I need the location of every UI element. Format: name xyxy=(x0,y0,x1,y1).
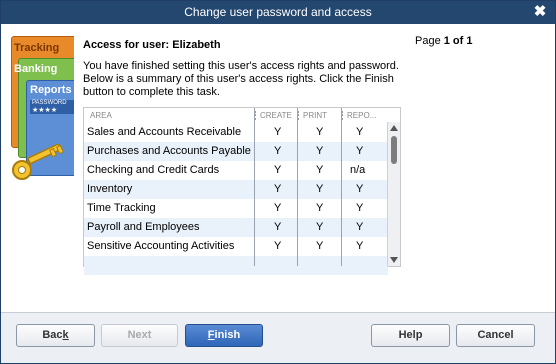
column-header-print[interactable]: PRINT xyxy=(303,111,327,120)
column-gridline xyxy=(254,108,255,266)
next-button[interactable]: Next xyxy=(101,324,178,347)
cell-print: Y xyxy=(316,126,324,138)
table-row[interactable]: Purchases and Accounts Payable Y Y Y xyxy=(84,142,388,161)
table-row[interactable]: Checking and Credit Cards Y Y n/a xyxy=(84,161,388,180)
cell-area: Inventory xyxy=(87,183,133,195)
page-prefix: Page xyxy=(415,35,444,47)
close-icon[interactable]: ✖ xyxy=(533,1,547,24)
table-body: Sales and Accounts Receivable Y Y Y Purc… xyxy=(84,123,388,275)
column-gridline xyxy=(297,108,298,266)
back-label-pre: Bac xyxy=(42,329,63,341)
help-label: Help xyxy=(398,329,423,341)
cancel-button[interactable]: Cancel xyxy=(456,324,535,347)
next-label: Next xyxy=(127,329,152,341)
cell-create: Y xyxy=(274,183,282,195)
access-illustration: Tracking Banking Reports PASSWORD ★★★★ xyxy=(8,34,74,184)
table-row[interactable] xyxy=(84,256,388,275)
cell-reports: Y xyxy=(356,202,364,214)
window-title: Change user password and access xyxy=(184,5,372,19)
illustration-label-tracking: Tracking xyxy=(14,42,60,54)
cell-create: Y xyxy=(274,240,282,252)
help-button[interactable]: Help xyxy=(371,324,450,347)
cell-create: Y xyxy=(274,221,282,233)
cell-create: Y xyxy=(274,126,282,138)
scroll-down-icon[interactable] xyxy=(390,257,398,263)
cell-reports: Y xyxy=(356,183,364,195)
button-bar: Back Next Finish Help Cancel xyxy=(1,313,555,363)
table-row[interactable]: Payroll and Employees Y Y Y xyxy=(84,218,388,237)
access-for-user-label: Access for user: Elizabeth xyxy=(83,39,221,51)
password-mask: ★★★★ xyxy=(32,107,58,114)
cell-print: Y xyxy=(316,145,324,157)
table-row[interactable]: Inventory Y Y Y xyxy=(84,180,388,199)
cell-print: Y xyxy=(316,221,324,233)
scroll-thumb[interactable] xyxy=(391,136,397,164)
table-header: AREA CREATE PRINT REPO... xyxy=(84,108,388,123)
cell-create: Y xyxy=(274,145,282,157)
key-icon xyxy=(12,144,64,180)
page-indicator: Page 1 of 1 xyxy=(415,35,472,47)
cell-print: Y xyxy=(316,183,324,195)
cell-reports: n/a xyxy=(350,164,366,176)
cell-reports: Y xyxy=(356,145,364,157)
cell-create: Y xyxy=(274,164,282,176)
table-row[interactable]: Time Tracking Y Y Y xyxy=(84,199,388,218)
finish-label-rest: inish xyxy=(214,329,241,341)
cell-print: Y xyxy=(316,164,324,176)
cell-area: Time Tracking xyxy=(87,202,156,214)
back-button[interactable]: Back xyxy=(16,324,95,347)
column-header-create[interactable]: CREATE xyxy=(260,111,292,120)
cell-reports: Y xyxy=(356,126,364,138)
password-strip: PASSWORD ★★★★ xyxy=(30,100,74,114)
cell-print: Y xyxy=(316,240,324,252)
table-row[interactable]: Sales and Accounts Receivable Y Y Y xyxy=(84,123,388,142)
cell-area: Sales and Accounts Receivable xyxy=(87,126,242,138)
table-row[interactable]: Sensitive Accounting Activities Y Y Y xyxy=(84,237,388,256)
illustration-label-reports: Reports xyxy=(30,84,72,96)
intro-text: You have finished setting this user's ac… xyxy=(83,60,399,98)
column-header-reports[interactable]: REPO... xyxy=(347,111,376,120)
cell-area: Checking and Credit Cards xyxy=(87,164,220,176)
page-value: 1 of 1 xyxy=(443,35,473,47)
access-summary-table: AREA CREATE PRINT REPO... Sales and Acco… xyxy=(83,107,401,275)
cell-reports: Y xyxy=(356,221,364,233)
finish-label-mnemonic: F xyxy=(207,329,215,341)
table-scrollbar[interactable] xyxy=(387,122,400,266)
scroll-up-icon[interactable] xyxy=(390,125,398,131)
cancel-label: Cancel xyxy=(477,329,514,341)
back-label-mnemonic: k xyxy=(62,329,69,341)
password-text: PASSWORD xyxy=(32,100,67,106)
cell-area: Sensitive Accounting Activities xyxy=(87,240,235,252)
cell-reports: Y xyxy=(356,240,364,252)
cell-print: Y xyxy=(316,202,324,214)
finish-button[interactable]: Finish xyxy=(185,324,263,347)
column-header-area[interactable]: AREA xyxy=(90,111,112,120)
cell-area: Payroll and Employees xyxy=(87,221,200,233)
cell-area: Purchases and Accounts Payable xyxy=(87,145,251,157)
title-bar: Change user password and access ✖ xyxy=(1,1,555,24)
illustration-label-banking: Banking xyxy=(14,63,58,75)
column-gridline xyxy=(341,108,342,266)
dialog-window: Change user password and access ✖ Tracki… xyxy=(0,0,556,364)
cell-create: Y xyxy=(274,202,282,214)
